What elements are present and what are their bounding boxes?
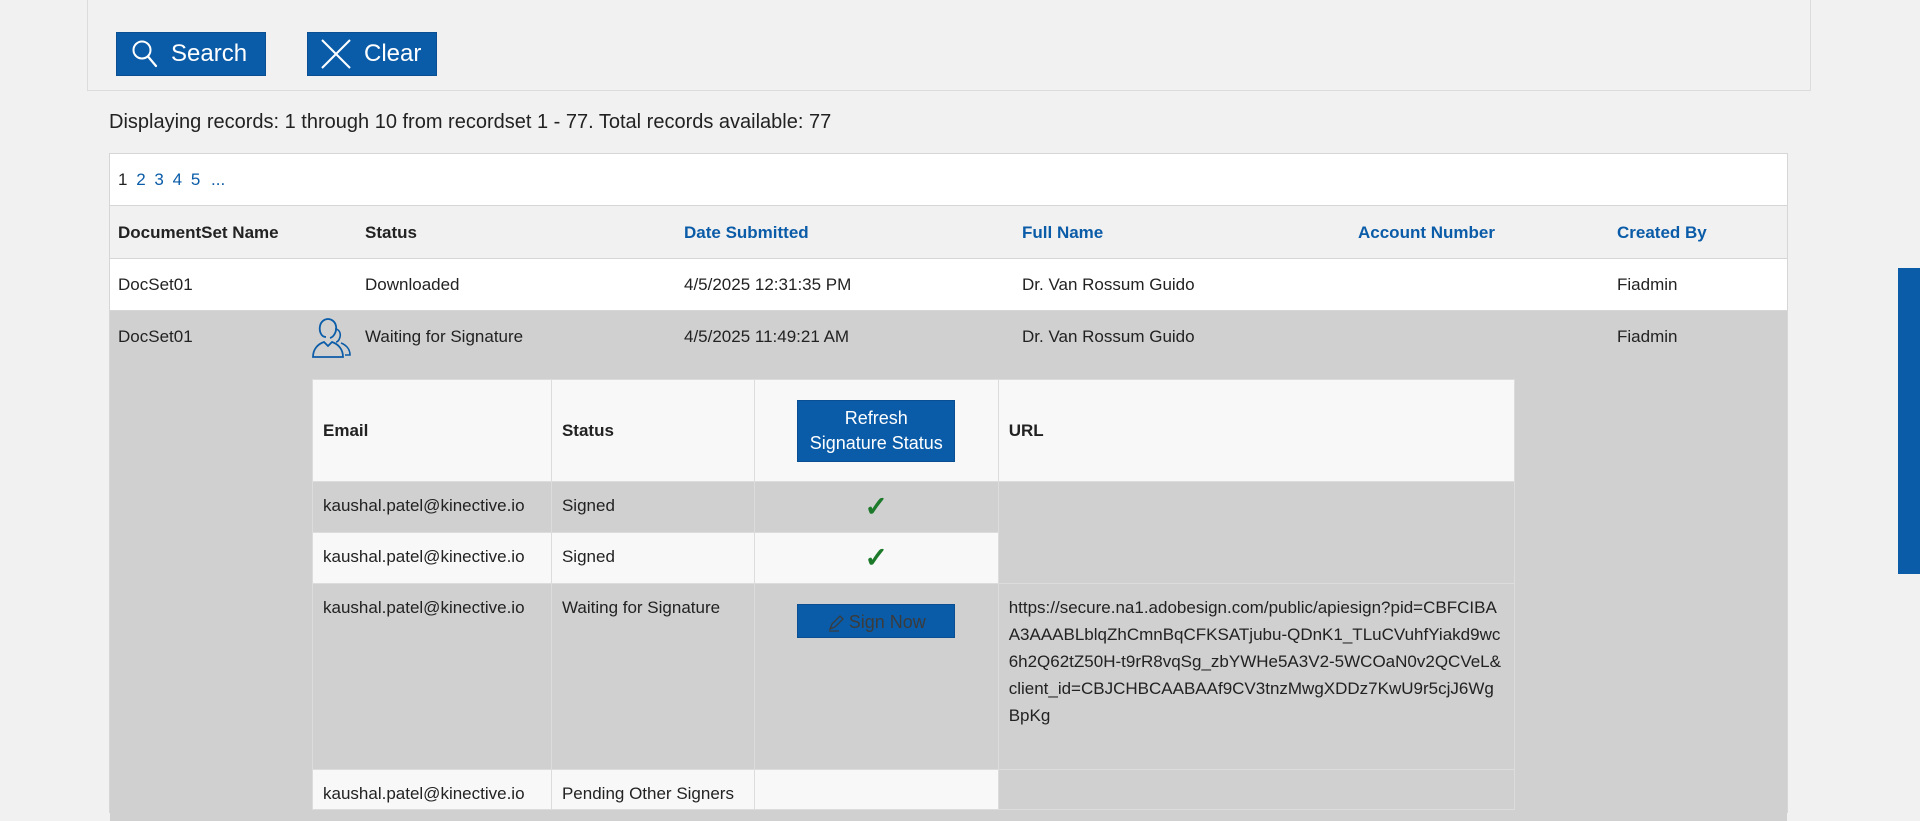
cell-document-set-name: DocSet01 [118,275,193,294]
column-header-full-name[interactable]: Full Name [1022,206,1103,259]
cell-date-submitted: 4/5/2025 12:31:35 PM [684,275,852,294]
pager-page-link[interactable]: 4 [173,170,182,189]
pager-current-page: 1 [118,170,128,189]
column-header-name: DocumentSet Name [118,223,279,242]
pager-page-link[interactable]: 2 [136,170,145,189]
refresh-label-line1: Refresh [844,407,908,428]
pen-icon [828,615,844,632]
signer-status: Signed [550,481,755,533]
pager: 1 2 3 4 5 ... [110,154,1787,206]
signer-email: kaushal.patel@kinective.io [312,532,552,584]
pager-page-link[interactable]: 5 [191,170,200,189]
checkmark-icon: ✓ [753,532,999,584]
signers-header-email: Email [312,379,552,482]
checkmark-icon: ✓ [753,481,999,533]
column-header-account-number[interactable]: Account Number [1358,206,1495,259]
signer-action-empty [753,769,999,810]
records-summary: Displaying records: 1 through 10 from re… [109,111,832,133]
sign-now-cell: Sign Now [753,583,999,770]
signer-row: kaushal.patel@kinective.io Pending Other… [312,769,1516,810]
signers-table: Email Status Refresh Signature Status URL… [312,379,1516,810]
signers-header-row: Email Status Refresh Signature Status URL [312,379,1516,482]
signer-url-empty [997,481,1516,584]
column-header-date-submitted[interactable]: Date Submitted [684,206,809,259]
signers-header-status: Status [550,379,755,482]
signer-url-empty [997,769,1516,810]
side-feedback-tab[interactable] [1898,268,1920,574]
cell-date-submitted: 4/5/2025 11:49:21 AM [684,327,850,346]
search-label: Search [171,40,248,67]
signer-status: Pending Other Signers [550,769,755,810]
cell-status: Downloaded [365,275,460,294]
cell-status: Waiting for Signature [365,327,524,346]
column-header-status: Status [365,223,417,242]
search-panel: Search Clear [87,0,1811,91]
search-button[interactable]: Search [116,32,266,76]
signer-status: Waiting for Signature [550,583,755,770]
column-header-created-by[interactable]: Created By [1617,206,1707,259]
table-row-expanded[interactable]: DocSet01 Waiting for Signature 4/5/2025 … [110,311,1787,821]
document-grid: 1 2 3 4 5 ... DocumentSet Name Status Da… [109,153,1788,821]
sign-now-button[interactable]: Sign Now [797,604,956,638]
table-row[interactable]: DocSet01 Downloaded 4/5/2025 12:31:35 PM… [110,259,1787,311]
clear-button[interactable]: Clear [307,32,437,76]
pager-more-link[interactable]: ... [211,170,225,189]
clear-label: Clear [364,40,422,67]
refresh-label-line2: Signature Status [809,432,943,453]
refresh-signature-status-button[interactable]: Refresh Signature Status [797,399,956,462]
cell-document-set-name: DocSet01 [118,327,193,346]
signer-email: kaushal.patel@kinective.io [312,583,552,770]
signer-url-link[interactable]: https://secure.na1.adobesign.com/public/… [997,583,1516,770]
signer-row: kaushal.patel@kinective.io Waiting for S… [312,583,1516,770]
cell-full-name: Dr. Van Rossum Guido [1022,327,1195,346]
sign-now-label: Sign Now [848,612,926,632]
cell-full-name: Dr. Van Rossum Guido [1022,275,1195,294]
search-icon [132,40,158,68]
grid-header-row: DocumentSet Name Status Date Submitted F… [110,206,1787,259]
signer-row: kaushal.patel@kinective.io Signed ✓ [312,481,1516,584]
signers-person-icon[interactable] [311,317,353,364]
cell-created-by: Fiadmin [1617,327,1678,346]
signer-email: kaushal.patel@kinective.io [312,769,552,810]
signer-status: Signed [550,532,755,584]
close-icon [321,39,351,69]
cell-created-by: Fiadmin [1617,275,1678,294]
pager-page-link[interactable]: 3 [154,170,163,189]
signer-email: kaushal.patel@kinective.io [312,481,552,533]
signers-header-refresh: Refresh Signature Status [753,379,999,482]
signers-header-url: URL [997,379,1516,482]
